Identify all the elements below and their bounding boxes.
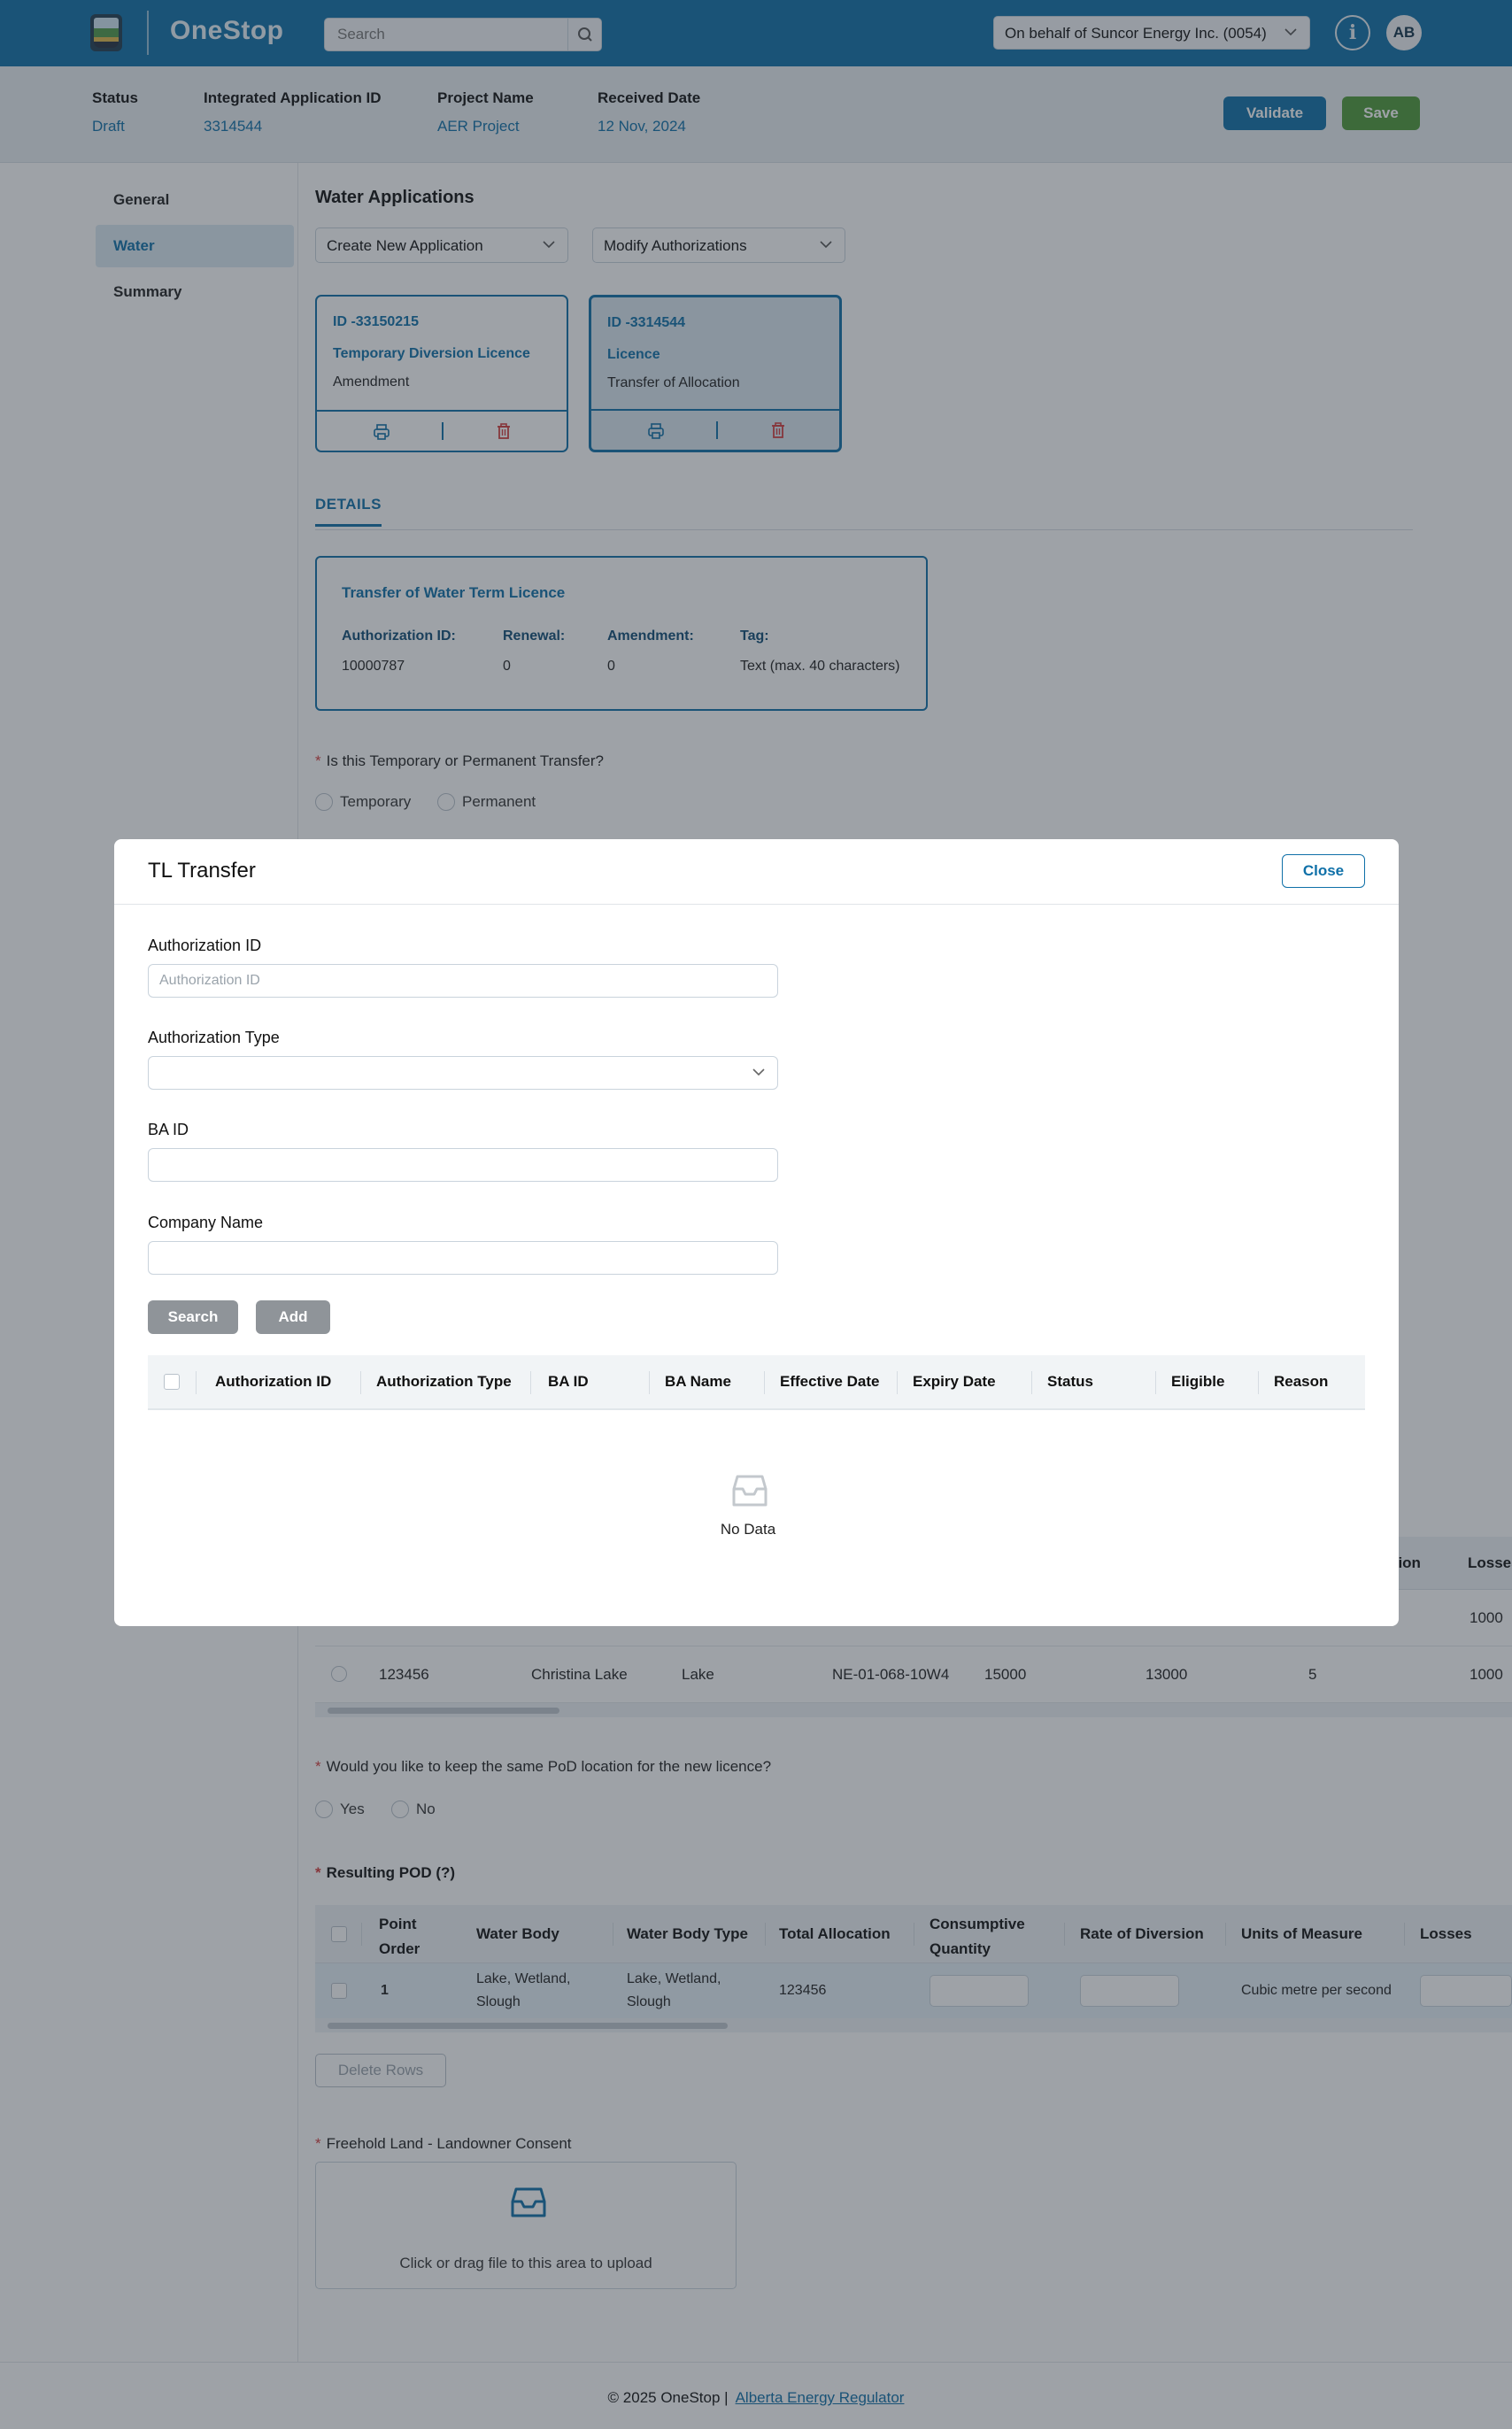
column-header: BA ID — [548, 1373, 589, 1390]
column-header: Expiry Date — [913, 1373, 996, 1390]
column-separator — [1258, 1371, 1259, 1394]
authorization-type-label: Authorization Type — [148, 1029, 280, 1046]
close-button[interactable]: Close — [1282, 854, 1365, 888]
column-header: BA Name — [665, 1373, 731, 1390]
column-separator — [196, 1371, 197, 1394]
empty-state-text: No Data — [720, 1521, 776, 1538]
column-header: Eligible — [1171, 1373, 1225, 1390]
select-all-checkbox[interactable] — [164, 1374, 180, 1390]
add-button[interactable]: Add — [256, 1300, 330, 1334]
modal-divider — [114, 904, 1399, 905]
search-button[interactable]: Search — [148, 1300, 238, 1334]
column-header: Status — [1047, 1373, 1093, 1390]
ba-id-label: BA ID — [148, 1121, 189, 1138]
column-header: Authorization ID — [215, 1373, 332, 1390]
authorization-id-input[interactable] — [148, 964, 778, 998]
column-separator — [1155, 1371, 1156, 1394]
authorization-id-label: Authorization ID — [148, 937, 262, 954]
ba-id-input[interactable] — [148, 1148, 778, 1182]
empty-state: No Data — [721, 1471, 775, 1538]
empty-inbox-icon — [730, 1475, 769, 1514]
column-header: Effective Date — [780, 1373, 880, 1390]
column-separator — [1031, 1371, 1032, 1394]
chevron-down-icon — [751, 1064, 767, 1084]
results-table-header: Authorization ID Authorization Type BA I… — [148, 1355, 1365, 1410]
column-separator — [897, 1371, 898, 1394]
company-name-label: Company Name — [148, 1214, 264, 1231]
company-name-input[interactable] — [148, 1241, 778, 1275]
tl-transfer-modal: TL Transfer Close Authorization ID Autho… — [114, 839, 1399, 1626]
authorization-type-select[interactable] — [148, 1056, 778, 1090]
column-header: Authorization Type — [376, 1373, 512, 1390]
column-separator — [530, 1371, 531, 1394]
column-header: Reason — [1274, 1373, 1329, 1390]
column-separator — [649, 1371, 650, 1394]
column-separator — [360, 1371, 361, 1394]
modal-title: TL Transfer — [148, 859, 256, 883]
column-separator — [764, 1371, 765, 1394]
